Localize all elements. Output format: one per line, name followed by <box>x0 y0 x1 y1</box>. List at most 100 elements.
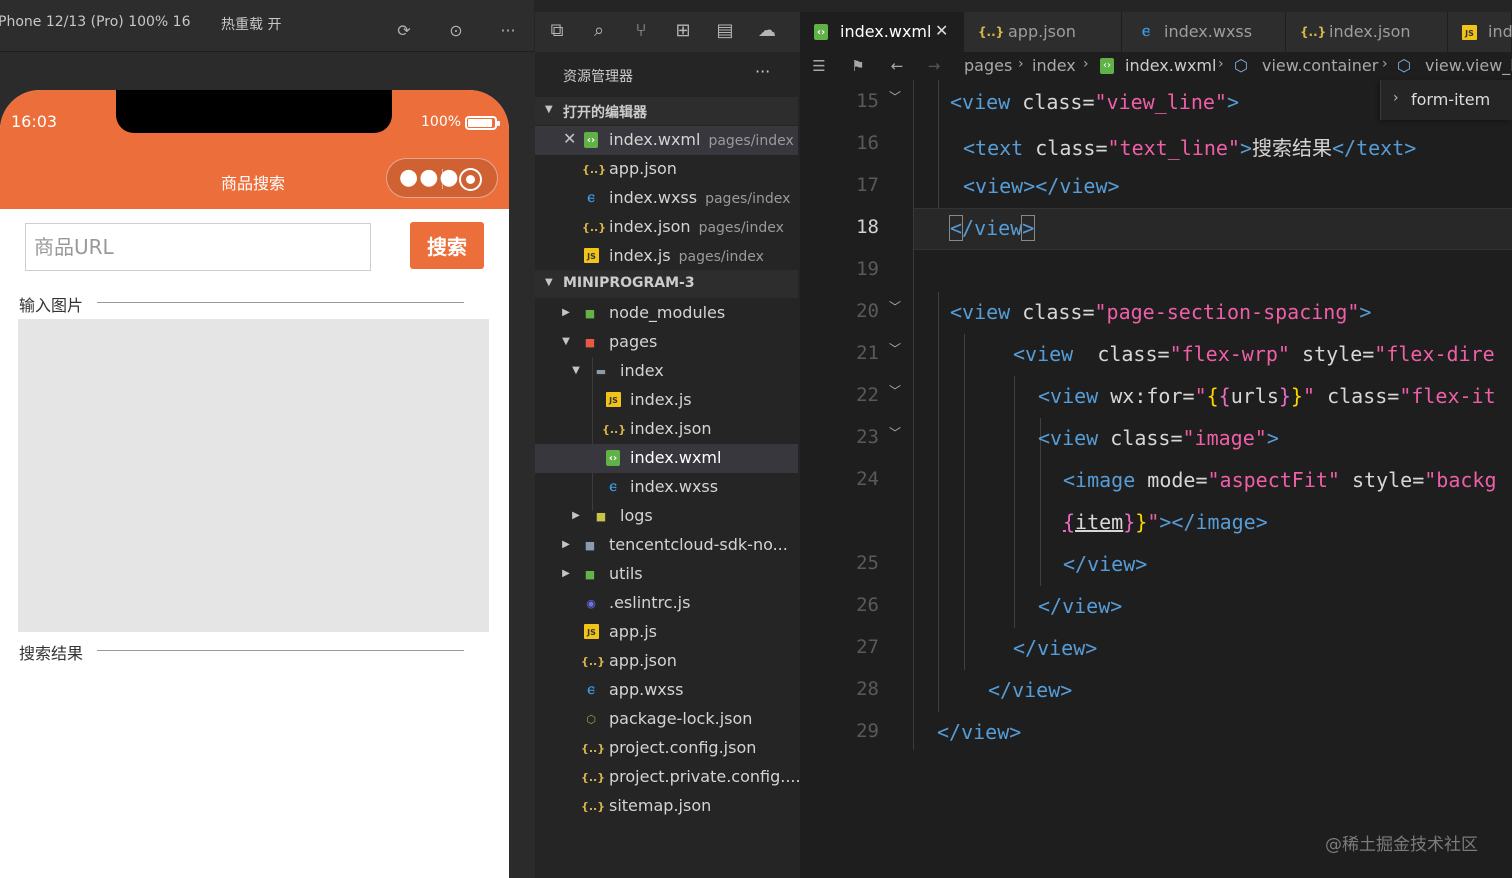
chevron-down-icon: ▼ <box>572 365 580 376</box>
breadcrumb-item[interactable]: pages <box>964 56 1012 75</box>
files-icon[interactable]: ⧉ <box>546 20 568 42</box>
cloud-icon[interactable]: ☁ <box>756 20 778 42</box>
more-actions-icon[interactable]: ··· <box>755 62 770 81</box>
tab-index-json[interactable]: {..} index.json <box>1286 12 1448 52</box>
code-line: {item}}"></image> <box>1063 510 1268 534</box>
folder-icon: ■ <box>584 568 596 581</box>
back-icon[interactable]: ← <box>887 56 907 76</box>
ide-window: Phone 12/13 (Pro) 100% 16 热重载 开 ⟳ ⊙ ··· … <box>0 0 1512 878</box>
breadcrumb-bar: ☰ ⚑ ← → pages › index › ‹› index.wxml › … <box>800 52 1512 80</box>
close-icon[interactable]: ✕ <box>563 129 576 148</box>
list-icon[interactable]: ☰ <box>809 56 829 76</box>
line-number: 18 <box>856 216 879 238</box>
tree-item-eslintrc[interactable]: ◉ .eslintrc.js <box>535 589 798 618</box>
tree-item-app-json[interactable]: {..} app.json <box>535 647 798 676</box>
tree-item-app-wxss[interactable]: Ⲉ app.wxss <box>535 676 798 705</box>
wxml-icon: ‹› <box>1100 58 1114 74</box>
tree-item-node-modules[interactable]: ▶ ■ node_modules <box>535 299 798 328</box>
breadcrumb-item[interactable]: index.wxml <box>1125 56 1216 75</box>
fold-chevron-icon[interactable]: ﹀ <box>889 298 901 315</box>
project-header[interactable]: ▼ MINIPROGRAM-3 <box>535 270 798 298</box>
file-path: pages/index <box>708 133 794 149</box>
code-line: <view wx:for="{{urls}}" class="flex-it <box>1038 384 1496 408</box>
tree-item-project-private-config[interactable]: {..} project.private.config.... <box>535 763 801 792</box>
tree-item-logs[interactable]: ▶ ■ logs <box>535 502 798 531</box>
tree-item-project-config[interactable]: {..} project.config.json <box>535 734 798 763</box>
tab-app-json[interactable]: {..} app.json <box>964 12 1122 52</box>
line-number: 21 <box>856 342 879 364</box>
open-editor-item[interactable]: Ⲉ index.wxss pages/index <box>535 184 798 213</box>
code-line: <view class="view_line"> <box>950 90 1240 114</box>
tree-item-utils[interactable]: ▶ ■ utils <box>535 560 798 589</box>
tab-index-wxml[interactable]: ‹› index.wxml ✕ <box>800 12 964 52</box>
fold-chevron-icon[interactable]: ﹀ <box>889 340 901 357</box>
breadcrumb-item[interactable]: view.view_li <box>1425 56 1512 75</box>
open-editors-header[interactable]: ▼ 打开的编辑器 <box>535 97 798 125</box>
open-editor-item[interactable]: {..} app.json <box>535 155 798 184</box>
stop-icon[interactable]: ⊙ <box>445 20 467 42</box>
ellipsis-icon[interactable]: ●●● <box>399 163 460 193</box>
chevron-right-icon: › <box>1018 56 1024 72</box>
tab-label: app.json <box>1008 22 1076 41</box>
css-icon: Ⲉ <box>587 684 595 697</box>
open-editor-item[interactable]: ✕ ‹› index.wxml pages/index <box>535 126 798 155</box>
refresh-icon[interactable]: ⟳ <box>393 20 415 42</box>
storage-icon[interactable]: ▤ <box>714 20 736 42</box>
js-icon: JS <box>584 624 599 639</box>
tab-index-wxss[interactable]: Ⲉ index.wxss <box>1122 12 1286 52</box>
tree-item-index-js[interactable]: JS index.js <box>535 386 798 415</box>
file-name: app.json <box>609 651 677 670</box>
tab-index-js[interactable]: JS ind <box>1448 12 1512 52</box>
tree-item-app-js[interactable]: JS app.js <box>535 618 798 647</box>
code-editor[interactable]: 15 16 17 18 19 20 21 22 23 24 25 26 27 2… <box>800 80 1512 878</box>
nav-bar: 16:03 100% 商品搜索 ●●● <box>0 90 509 209</box>
close-icon[interactable]: ✕ <box>935 21 948 40</box>
line-number: 28 <box>856 678 879 700</box>
chevron-right-icon: ▶ <box>562 568 570 579</box>
tree-item-index-folder[interactable]: ▼ ▬ index <box>535 357 798 386</box>
more-icon[interactable]: ··· <box>497 20 519 42</box>
tree-item-index-json[interactable]: {..} index.json <box>535 415 798 444</box>
fold-chevron-icon[interactable]: ﹀ <box>889 382 901 399</box>
code-line: </view> <box>1063 552 1148 576</box>
tree-item-tencentcloud[interactable]: ▶ ■ tencentcloud-sdk-no... <box>535 531 798 560</box>
json-icon: {..} <box>1300 25 1327 39</box>
tree-item-index-wxml[interactable]: ‹› index.wxml <box>535 444 798 473</box>
url-input[interactable] <box>25 223 371 271</box>
device-selector[interactable]: Phone 12/13 (Pro) 100% 16 <box>0 14 191 30</box>
breadcrumb-item[interactable]: index <box>1032 56 1076 75</box>
sticky-scroll-widget[interactable]: › form-item <box>1380 80 1512 120</box>
file-name: utils <box>609 564 643 583</box>
line-gutter: 15 16 17 18 19 20 21 22 23 24 25 26 27 2… <box>800 80 913 878</box>
css-icon: Ⲉ <box>609 481 617 494</box>
hot-reload-toggle[interactable]: 热重载 开 <box>221 14 281 34</box>
notch <box>116 90 392 133</box>
file-name: index.wxml <box>630 448 722 467</box>
watermark: @稀土掘金技术社区 <box>1325 835 1478 855</box>
fold-chevron-icon[interactable]: ﹀ <box>889 424 901 441</box>
tree-item-sitemap[interactable]: {..} sitemap.json <box>535 792 798 821</box>
image-preview-area[interactable] <box>18 319 489 632</box>
search-icon[interactable]: ⌕ <box>588 20 610 42</box>
file-path: pages/index <box>678 249 764 265</box>
json-icon: {..} <box>581 742 606 755</box>
tree-item-package-lock[interactable]: ⬡ package-lock.json <box>535 705 798 734</box>
source-control-icon[interactable]: ⑂ <box>630 20 652 42</box>
open-editor-item[interactable]: {..} index.json pages/index <box>535 213 798 242</box>
search-button[interactable]: 搜索 <box>410 222 484 269</box>
tree-item-pages[interactable]: ▼ ■ pages <box>535 328 798 357</box>
extensions-icon[interactable]: ⊞ <box>672 20 694 42</box>
tab-label: index.wxss <box>1164 22 1253 41</box>
breadcrumb-item[interactable]: view.container <box>1262 56 1378 75</box>
tree-item-index-wxss[interactable]: Ⲉ index.wxss <box>535 473 798 502</box>
bookmark-icon[interactable]: ⚑ <box>848 56 868 76</box>
open-editor-item[interactable]: JS index.js pages/index <box>535 242 798 271</box>
line-number: 25 <box>856 552 879 574</box>
forward-icon[interactable]: → <box>924 56 944 76</box>
folder-icon: ■ <box>584 539 596 552</box>
activity-toolbar: ⧉ ⌕ ⑂ ⊞ ▤ ☁ <box>535 12 800 52</box>
fold-chevron-icon[interactable]: ﹀ <box>889 88 901 105</box>
capsule-menu[interactable]: ●●● <box>386 158 498 198</box>
indent-guide <box>964 334 965 670</box>
target-icon[interactable] <box>459 168 482 191</box>
